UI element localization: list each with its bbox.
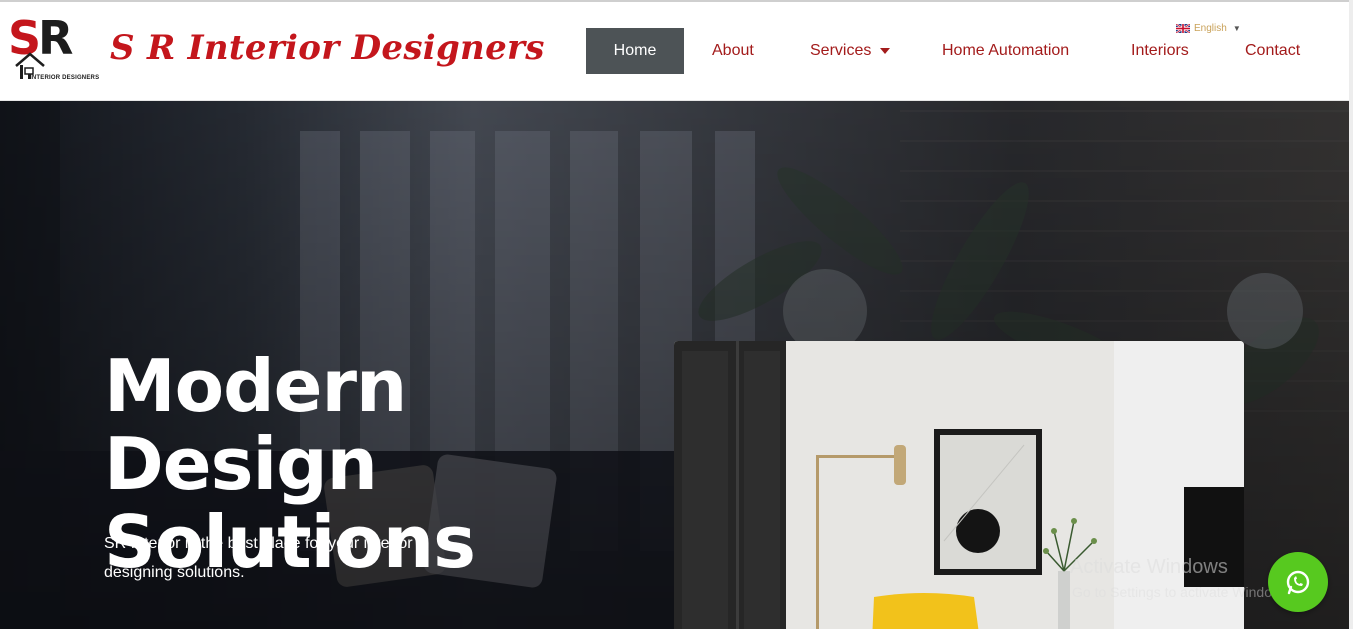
nav-services-label: Services xyxy=(810,42,872,59)
svg-text:S: S xyxy=(8,11,41,65)
site-header: S R INTERIOR DESIGNERS S R Interior Desi… xyxy=(0,2,1353,101)
activate-windows-subtitle: Go to Settings to activate Windows. xyxy=(1072,584,1293,600)
svg-text:R: R xyxy=(38,11,73,65)
hero-title-line-1: Modern Design xyxy=(104,344,407,506)
whatsapp-icon xyxy=(1286,570,1310,595)
logo-tagline: INTERIOR DESIGNERS xyxy=(30,75,100,81)
hero-description: SR Interior is the best place for your i… xyxy=(104,535,413,581)
nav-about[interactable]: About xyxy=(712,28,754,74)
whatsapp-button[interactable] xyxy=(1268,552,1328,612)
nav-home-automation[interactable]: Home Automation xyxy=(942,28,1069,74)
nav-services[interactable]: Services xyxy=(810,28,891,74)
language-selector[interactable]: English ▼ xyxy=(1176,23,1241,34)
nav-home[interactable]: Home xyxy=(586,28,684,74)
activate-windows-title: Activate Windows xyxy=(1070,556,1228,578)
brand-name[interactable]: S R Interior Designers xyxy=(110,28,545,68)
chevron-down-icon xyxy=(880,47,891,54)
hero-section: Modern Design Solutions SR Interior is t… xyxy=(0,101,1353,629)
caret-down-icon: ▼ xyxy=(1232,24,1241,33)
nav-interiors[interactable]: Interiors xyxy=(1131,28,1189,74)
language-label: English xyxy=(1194,23,1227,34)
nav-contact[interactable]: Contact xyxy=(1245,28,1300,74)
page-scrollbar[interactable] xyxy=(1349,0,1353,629)
uk-flag-icon xyxy=(1176,24,1190,33)
